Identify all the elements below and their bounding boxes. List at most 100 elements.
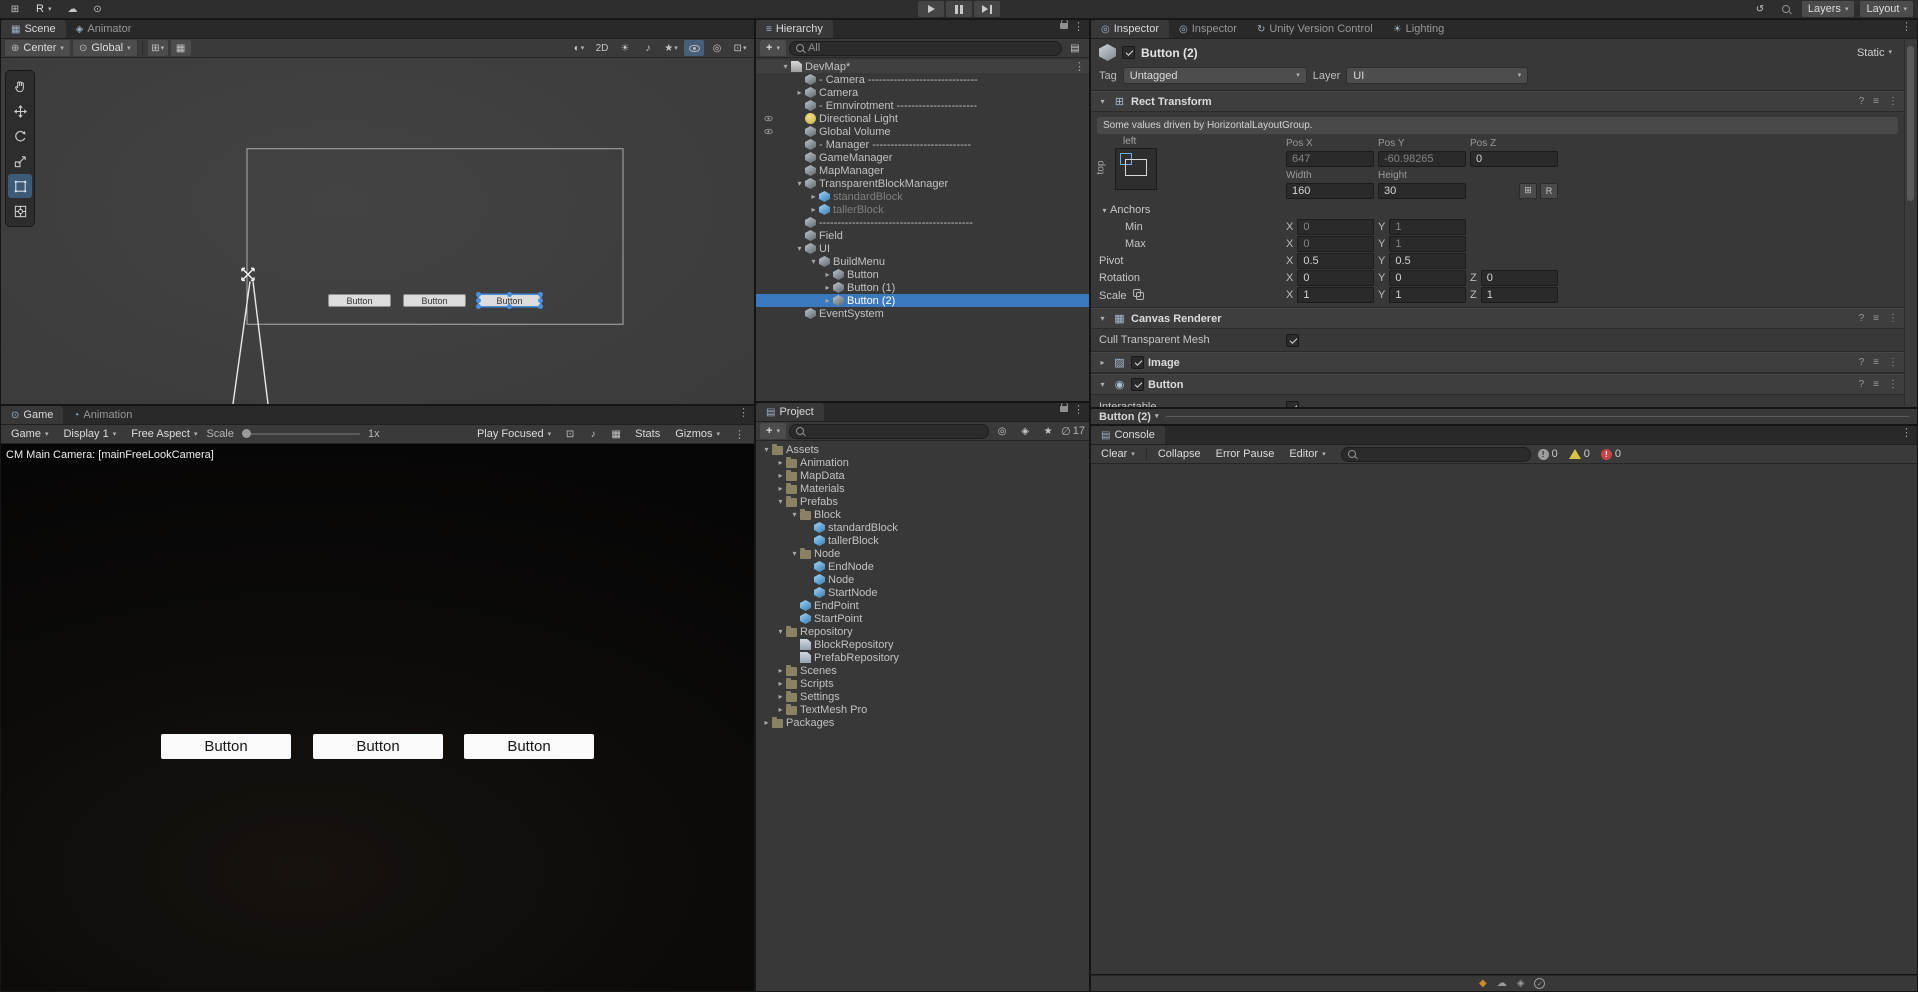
- bake-status-icon[interactable]: ◆: [1479, 978, 1487, 989]
- project-item-row[interactable]: ▾ Repository: [756, 625, 1089, 638]
- foldout-arrow[interactable]: ▸: [775, 705, 786, 714]
- selected-object-popup[interactable]: Button (2) ▾: [1099, 411, 1158, 423]
- layer-dropdown[interactable]: UI ▾: [1346, 67, 1529, 84]
- selection-handle[interactable]: [507, 292, 512, 297]
- undo-history-icon[interactable]: ↺: [1750, 1, 1770, 17]
- scene-visibility-toggle[interactable]: [684, 40, 704, 56]
- game-gizmos-dropdown[interactable]: Gizmos ▾: [669, 426, 726, 442]
- warning-filter-button[interactable]: 0: [1565, 448, 1594, 460]
- anchor-max-x-field[interactable]: 0: [1297, 236, 1374, 252]
- project-item-row[interactable]: ▸ Materials: [756, 482, 1089, 495]
- project-item-row[interactable]: StartNode: [756, 586, 1089, 599]
- width-field[interactable]: 160: [1286, 182, 1374, 199]
- screenshot-icon[interactable]: ⊡: [560, 426, 580, 442]
- hierarchy-item-row[interactable]: ▸ Camera: [756, 86, 1089, 99]
- shading-mode-dropdown[interactable]: ◐ ▾: [569, 40, 589, 56]
- grid-snapping-dropdown[interactable]: ⊞ ▾: [147, 40, 168, 56]
- tab-animator[interactable]: ◈ Animator: [66, 20, 142, 38]
- foldout-arrow[interactable]: ▸: [761, 718, 772, 727]
- static-dropdown[interactable]: Static ▾: [1857, 47, 1896, 59]
- visibility-icon[interactable]: [756, 128, 780, 135]
- foldout-arrow[interactable]: ▾: [761, 445, 772, 454]
- project-item-row[interactable]: ▸ Settings: [756, 690, 1089, 703]
- console-search-input[interactable]: [1340, 446, 1531, 462]
- project-item-row[interactable]: PrefabRepository: [756, 651, 1089, 664]
- lock-icon[interactable]: [1060, 403, 1069, 412]
- hierarchy-item-row[interactable]: - Manager ---------------------------: [756, 138, 1089, 151]
- scene-button[interactable]: Button: [328, 294, 391, 307]
- hierarchy-item-row[interactable]: ▸ Button: [756, 268, 1089, 281]
- scene-canvas[interactable]: Button Button Button: [1, 58, 754, 404]
- game-tab-menu-icon[interactable]: ⋮: [733, 406, 754, 424]
- image-enabled-checkbox[interactable]: [1131, 356, 1144, 369]
- project-item-row[interactable]: ▸ Scripts: [756, 677, 1089, 690]
- foldout-arrow[interactable]: ▾: [775, 497, 786, 506]
- hierarchy-item-row[interactable]: - Camera ------------------------------: [756, 73, 1089, 86]
- project-item-row[interactable]: Node: [756, 573, 1089, 586]
- presets-icon[interactable]: ≡: [1873, 379, 1879, 390]
- hidden-packages-count[interactable]: ∅ 17: [1061, 425, 1085, 438]
- foldout-arrow[interactable]: ▾: [789, 549, 800, 558]
- scale-slider[interactable]: [242, 429, 360, 438]
- button-header[interactable]: ▾ ◉ Button ? ≡ ⋮: [1091, 374, 1904, 395]
- hierarchy-item-row[interactable]: ▸ Button (1): [756, 281, 1089, 294]
- foldout-arrow[interactable]: ▸: [775, 692, 786, 701]
- foldout-arrow[interactable]: ▾: [1097, 97, 1108, 106]
- aspect-dropdown[interactable]: Free Aspect ▾: [125, 426, 203, 442]
- services-icon[interactable]: ⊙: [87, 1, 107, 17]
- layout-dropdown[interactable]: Layout ▾: [1860, 1, 1913, 17]
- foldout-arrow[interactable]: ▸: [775, 458, 786, 467]
- foldout-arrow[interactable]: ▾: [780, 62, 791, 71]
- project-item-row[interactable]: EndNode: [756, 560, 1089, 573]
- error-filter-button[interactable]: ! 0: [1597, 448, 1625, 460]
- foldout-arrow[interactable]: ▸: [1097, 358, 1108, 367]
- tab-lighting[interactable]: ☀ Lighting: [1383, 20, 1455, 38]
- tab-unity-version-control[interactable]: ↻ Unity Version Control: [1247, 20, 1383, 38]
- create-add-button[interactable]: + ▾: [760, 40, 786, 56]
- editor-dropdown[interactable]: Editor ▾: [1283, 446, 1331, 462]
- console-menu-icon[interactable]: ⋮: [1896, 426, 1917, 444]
- tag-dropdown[interactable]: Untagged ▾: [1122, 67, 1307, 84]
- project-item-row[interactable]: standardBlock: [756, 521, 1089, 534]
- tab-hierarchy[interactable]: ≡ Hierarchy: [756, 20, 833, 38]
- hierarchy-item-row[interactable]: ▾ UI: [756, 242, 1089, 255]
- hierarchy-item-row[interactable]: ▸ tallerBlock: [756, 203, 1089, 216]
- search-by-type-icon[interactable]: ◎: [992, 423, 1012, 439]
- foldout-arrow[interactable]: ▸: [775, 471, 786, 480]
- blueprint-mode-button[interactable]: ⊞: [1519, 182, 1537, 199]
- cloud-status-icon[interactable]: ☁: [1497, 978, 1507, 989]
- project-item-row[interactable]: ▸ Packages: [756, 716, 1089, 729]
- anchor-max-y-field[interactable]: 1: [1389, 236, 1466, 252]
- foldout-arrow[interactable]: ▾: [789, 510, 800, 519]
- hierarchy-item-row[interactable]: Directional Light: [756, 112, 1089, 125]
- tab-inspector-1[interactable]: ◎ Inspector: [1091, 20, 1169, 38]
- account-button[interactable]: R ▾: [30, 1, 57, 17]
- rotation-x-field[interactable]: 0: [1297, 270, 1374, 286]
- presets-icon[interactable]: ≡: [1873, 313, 1879, 324]
- scale-x-field[interactable]: 1: [1297, 287, 1374, 303]
- hierarchy-item-row[interactable]: ▸ standardBlock: [756, 190, 1089, 203]
- tab-game[interactable]: ⊙ Game: [1, 406, 64, 424]
- game-button[interactable]: Button: [161, 734, 291, 759]
- hierarchy-item-row[interactable]: ▾ BuildMenu: [756, 255, 1089, 268]
- hierarchy-menu-icon[interactable]: ⋮: [1068, 20, 1089, 38]
- display-dropdown[interactable]: Display 1 ▾: [57, 426, 122, 442]
- game-button[interactable]: Button: [464, 734, 594, 759]
- scale-tool-button[interactable]: [8, 149, 32, 173]
- project-item-row[interactable]: ▾ Node: [756, 547, 1089, 560]
- selection-handle[interactable]: [476, 292, 481, 297]
- tool-handle-position-dropdown[interactable]: ⊕ Center ▾: [5, 40, 70, 56]
- console-log-area[interactable]: [1091, 464, 1917, 974]
- cloud-icon[interactable]: ☁: [62, 1, 82, 17]
- project-item-row[interactable]: ▸ Scenes: [756, 664, 1089, 677]
- project-item-row[interactable]: ▾ Block: [756, 508, 1089, 521]
- help-icon[interactable]: ?: [1859, 357, 1865, 368]
- foldout-arrow[interactable]: ▾: [794, 179, 805, 188]
- gameobject-icon[interactable]: [1099, 44, 1116, 61]
- button-enabled-checkbox[interactable]: [1131, 378, 1144, 391]
- image-header[interactable]: ▸ ▨ Image ? ≡ ⋮: [1091, 352, 1904, 373]
- more-icon[interactable]: ⋮: [1888, 313, 1898, 324]
- 2d-toggle[interactable]: 2D: [592, 40, 612, 56]
- info-filter-button[interactable]: ! 0: [1534, 448, 1562, 460]
- apps-grid-icon[interactable]: ⊞: [5, 1, 25, 17]
